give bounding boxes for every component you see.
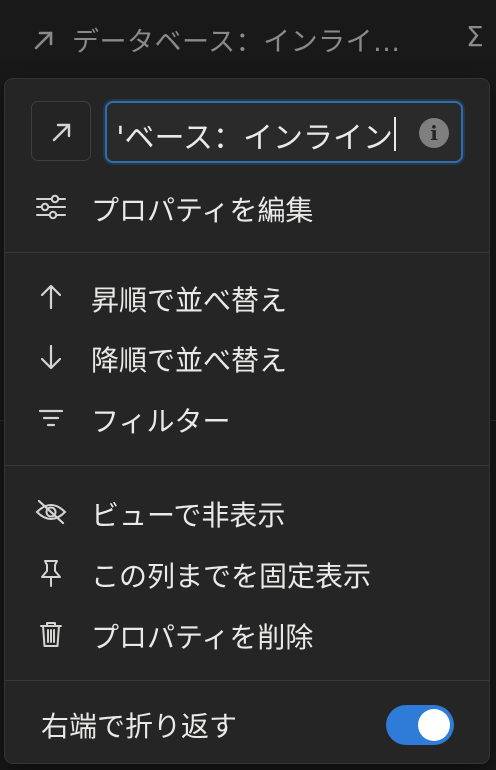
menu-item-filter[interactable]: フィルター [5,390,489,446]
menu-item-sort-descending[interactable]: 降順で並べ替え [5,329,489,385]
menu-item-edit-property[interactable]: プロパティを編集 [5,179,489,235]
property-type-button[interactable] [31,101,91,161]
eye-off-icon [35,499,67,525]
sliders-icon [36,194,66,220]
filter-icon [38,409,64,427]
text-caret [394,117,396,151]
arrow-down-icon [40,344,62,370]
column-header[interactable]: データベース：インライ... Σ [0,0,496,76]
sigma-icon[interactable]: Σ [466,20,484,53]
property-name-row: 'ベース：インライン i [31,101,463,163]
menu-item-hide-in-view[interactable]: ビューで非表示 [5,484,489,540]
arrow-up-icon [40,284,62,310]
menu-item-label: 降順で並べ替え [91,344,288,377]
menu-item-label: この列までを固定表示 [91,560,372,593]
menu-item-sort-ascending[interactable]: 昇順で並べ替え [5,269,489,325]
menu-item-label: プロパティを編集 [91,194,314,227]
trash-icon [40,622,62,647]
property-name-input[interactable]: 'ベース：インライン i [105,101,463,163]
info-icon[interactable]: i [419,118,449,148]
menu-item-delete-property[interactable]: プロパティを削除 [5,606,489,662]
pin-icon [41,560,61,587]
menu-item-label: ビューで非表示 [91,499,286,532]
menu-divider [5,680,489,681]
menu-divider [5,465,489,466]
column-title: データベース：インライ... [72,27,401,58]
wrap-column-label: 右端で折り返す [41,710,238,743]
menu-item-label: プロパティを削除 [91,621,314,654]
menu-item-label: フィルター [91,405,231,438]
arrow-up-right-icon [52,123,71,142]
menu-item-freeze-column[interactable]: この列までを固定表示 [5,545,489,601]
property-name-value: 'ベース：インライン [116,121,393,156]
menu-divider [5,252,489,253]
arrow-up-right-icon [34,31,53,50]
property-menu: 'ベース：インライン i プロパティを編集 昇順で並べ替え 降順で並べ替え フィ… [5,79,489,763]
wrap-column-toggle[interactable] [386,705,454,745]
menu-item-label: 昇順で並べ替え [91,284,288,317]
toggle-knob [418,709,450,741]
